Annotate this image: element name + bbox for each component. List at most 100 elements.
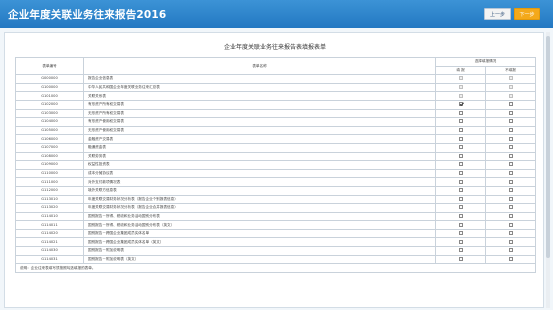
- form-code: G105000: [15, 125, 84, 136]
- table-row: G104000 有形资产使用权交易表: [15, 117, 536, 127]
- fill-checkbox[interactable]: [458, 110, 463, 115]
- fill-checkbox[interactable]: [458, 239, 463, 244]
- form-name: 国别报告－跨国企业集团成员实体名单: [83, 228, 436, 239]
- form-code: G114021: [15, 237, 84, 248]
- form-code: G109000: [15, 160, 84, 170]
- nofill-cell: [485, 228, 536, 239]
- next-step-button[interactable]: 下一步: [514, 8, 540, 20]
- nofill-checkbox[interactable]: [508, 248, 513, 253]
- fill-checkbox[interactable]: [458, 136, 463, 141]
- nofill-checkbox[interactable]: [508, 222, 513, 227]
- table-row: G113020 年度关联交易财务状况分析表（报告企业合并报表信息）: [15, 203, 536, 213]
- nofill-checkbox[interactable]: [508, 205, 513, 210]
- table-row: G102000 有形资产所有权交易表: [15, 99, 536, 110]
- nofill-checkbox[interactable]: [508, 171, 513, 176]
- form-name: 国别报告－附加说明表: [83, 246, 436, 256]
- form-name: 对外支付款项情况表: [83, 177, 436, 187]
- form-code: G107000: [15, 142, 84, 153]
- table-row: G108000 关联劳务表: [15, 151, 536, 162]
- fill-checkbox[interactable]: [458, 213, 463, 218]
- fill-checkbox[interactable]: [458, 102, 463, 107]
- table-row: G000000 报告企业信息表: [15, 74, 536, 84]
- fill-cell: [435, 211, 486, 222]
- fill-checkbox[interactable]: [458, 128, 463, 133]
- form-panel: 企业年度关联业务往来报告表填报表单 表单编号 表单名称 选择填报情况 填 报 不…: [4, 32, 544, 308]
- nofill-checkbox[interactable]: [508, 153, 513, 158]
- fill-checkbox[interactable]: [458, 222, 463, 227]
- nofill-checkbox[interactable]: [508, 231, 513, 236]
- fill-checkbox[interactable]: [458, 196, 463, 201]
- nofill-cell: [485, 134, 536, 144]
- fill-checkbox[interactable]: [458, 188, 463, 193]
- scrollbar-thumb[interactable]: [546, 36, 550, 258]
- nofill-cell: [485, 211, 536, 222]
- fill-cell: [435, 246, 486, 256]
- form-name: 无形资产使用权交易表: [83, 125, 436, 136]
- fill-checkbox[interactable]: [458, 119, 463, 124]
- table-row: G109000 权益性投资表: [15, 160, 536, 170]
- fill-cell: [435, 99, 486, 110]
- table-row: G100000 中华人民共和国企业年度关联业务往来汇总表: [15, 82, 536, 93]
- fill-checkbox[interactable]: [458, 162, 463, 167]
- form-name: 有形资产使用权交易表: [83, 117, 436, 127]
- nofill-cell: [485, 142, 536, 153]
- fill-cell: [435, 254, 486, 265]
- fill-checkbox[interactable]: [458, 171, 463, 176]
- fill-checkbox[interactable]: [458, 205, 463, 210]
- nofill-checkbox[interactable]: [508, 145, 513, 150]
- fill-checkbox[interactable]: [458, 145, 463, 150]
- form-code: G110000: [15, 168, 84, 179]
- column-header-code: 表单编号: [15, 56, 84, 76]
- vertical-scrollbar[interactable]: [546, 32, 550, 308]
- nofill-checkbox[interactable]: [508, 179, 513, 184]
- fill-cell: [435, 134, 486, 144]
- nofill-checkbox[interactable]: [508, 119, 513, 124]
- fill-checkbox[interactable]: [458, 256, 463, 261]
- table-row: G106000 金融资产交易表: [15, 134, 536, 144]
- fill-cell: [435, 237, 486, 248]
- nofill-cell: [485, 246, 536, 256]
- form-name: 融通资金表: [83, 142, 436, 153]
- nofill-checkbox[interactable]: [508, 256, 513, 261]
- form-name: 年度关联交易财务状况分析表（报告企业合并报表信息）: [83, 203, 436, 213]
- column-header-name: 表单名称: [83, 56, 436, 76]
- nofill-checkbox[interactable]: [508, 213, 513, 218]
- form-name: 无形资产所有权交易表: [83, 108, 436, 119]
- table-row: G105000 无形资产使用权交易表: [15, 125, 536, 136]
- fill-checkbox[interactable]: [458, 153, 463, 158]
- nofill-checkbox[interactable]: [508, 162, 513, 167]
- form-code: G114031: [15, 254, 84, 265]
- nofill-checkbox[interactable]: [508, 196, 513, 201]
- nofill-checkbox[interactable]: [508, 102, 513, 107]
- fill-checkbox[interactable]: [458, 231, 463, 236]
- nofill-checkbox[interactable]: [508, 128, 513, 133]
- nofill-checkbox: [508, 85, 513, 90]
- prev-step-button[interactable]: 上一步: [484, 8, 511, 20]
- nofill-checkbox[interactable]: [508, 110, 513, 115]
- fill-cell: [435, 185, 486, 196]
- nofill-checkbox[interactable]: [508, 239, 513, 244]
- form-code: G113010: [15, 194, 84, 205]
- fill-checkbox[interactable]: [458, 179, 463, 184]
- form-name: 年度关联交易财务状况分析表（报告企业个别报表信息）: [83, 194, 436, 205]
- form-name: 境外关联方信息表: [83, 185, 436, 196]
- nofill-cell: [485, 151, 536, 162]
- form-code: G100000: [15, 82, 84, 93]
- table-row: G114021 国别报告－跨国企业集团成员实体名单（英文）: [15, 237, 536, 248]
- fill-checkbox[interactable]: [458, 248, 463, 253]
- form-note: 说明：企业往来表填写须按照勾选填报的表单。: [15, 263, 536, 273]
- fill-cell: [435, 91, 486, 101]
- nofill-cell: [485, 91, 536, 101]
- table-row: G114020 国别报告－跨国企业集团成员实体名单: [15, 228, 536, 239]
- table-row: G107000 融通资金表: [15, 142, 536, 153]
- fill-checkbox: [458, 85, 463, 90]
- fill-cell: [435, 117, 486, 127]
- form-code: G104000: [15, 117, 84, 127]
- nofill-checkbox[interactable]: [508, 136, 513, 141]
- form-name: 国别报告－附加说明表（英文）: [83, 254, 436, 265]
- table-row: G103000 无形资产所有权交易表: [15, 108, 536, 119]
- table-row: G101000 关联关系表: [15, 91, 536, 101]
- form-code: G101000: [15, 91, 84, 101]
- nofill-checkbox[interactable]: [508, 188, 513, 193]
- table-row: G111000 对外支付款项情况表: [15, 177, 536, 187]
